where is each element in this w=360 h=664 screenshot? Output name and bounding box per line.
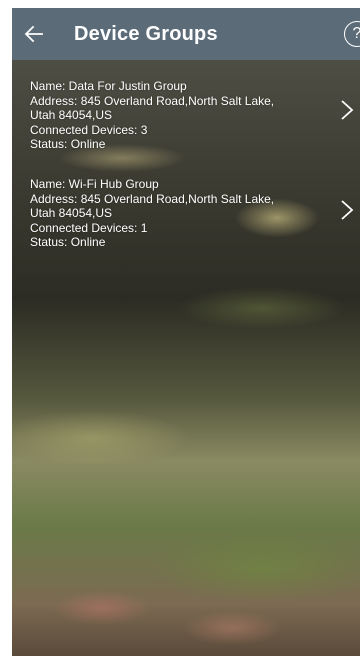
- group-status: Status: Online: [30, 235, 106, 249]
- chevron-right-icon: [340, 99, 354, 121]
- help-icon[interactable]: ?: [344, 21, 360, 47]
- back-button[interactable]: [12, 8, 56, 60]
- arrow-left-icon: [24, 25, 43, 43]
- group-name: Name: Data For Justin Group: [30, 79, 187, 93]
- group-address: Address: 845 Overland Road,North Salt La…: [30, 93, 275, 123]
- app-bar: Device Groups ?: [12, 8, 360, 60]
- group-name: Name: Wi-Fi Hub Group: [30, 177, 159, 191]
- group-status: Status: Online: [30, 137, 106, 151]
- device-group-item[interactable]: Name: Data For Justin Group Address: 845…: [12, 60, 360, 160]
- group-connected-devices: Connected Devices: 1: [30, 220, 148, 235]
- device-group-list: Name: Data For Justin Group Address: 845…: [12, 60, 360, 260]
- device-group-item[interactable]: Name: Wi-Fi Hub Group Address: 845 Overl…: [12, 160, 360, 260]
- group-address: Address: 845 Overland Road,North Salt La…: [30, 191, 275, 221]
- chevron-right-icon: [340, 199, 354, 221]
- page-title: Device Groups: [74, 22, 218, 45]
- group-connected-devices: Connected Devices: 3: [30, 122, 148, 137]
- device-groups-screen: Device Groups ? Name: Data For Justin Gr…: [12, 8, 360, 656]
